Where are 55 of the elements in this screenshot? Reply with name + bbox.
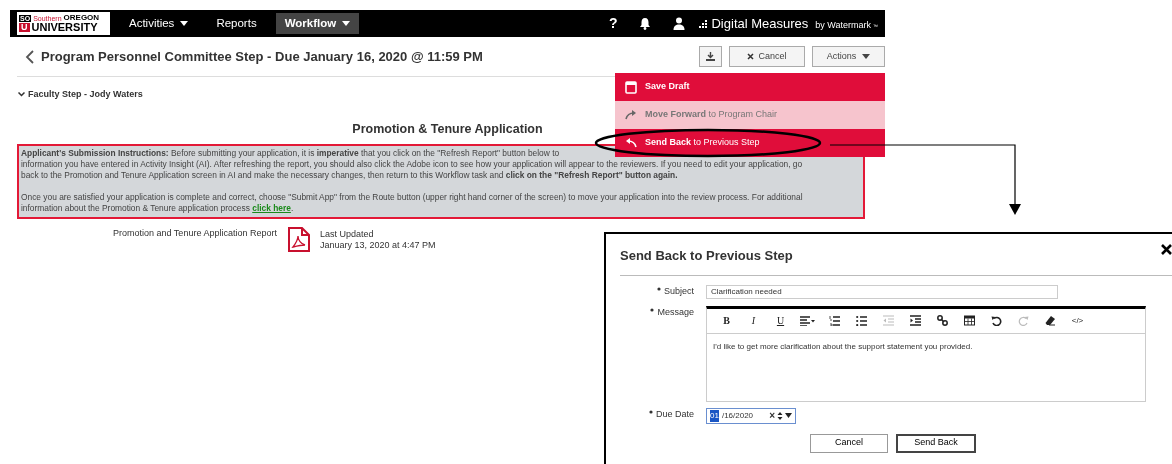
page-title: Program Personnel Committee Step - Due January 16, 2020 @ 11:59 PM [41, 47, 483, 66]
download-button[interactable] [699, 46, 722, 67]
pdf-file-icon[interactable] [288, 227, 310, 253]
close-icon[interactable] [1161, 244, 1172, 255]
application-title: Promotion & Tenure Application [352, 120, 543, 138]
table-icon [964, 315, 975, 326]
dialog-button[interactable]: Cancel [810, 433, 888, 453]
align-icon [799, 315, 816, 326]
nav-menu-item[interactable]: Activities [120, 12, 198, 35]
back-arrow-icon [625, 136, 637, 150]
help-button[interactable]: ? [608, 13, 618, 34]
subject-field[interactable]: Clarification needed [706, 284, 1058, 299]
instruction-text: information about the Promotion & Tenure application process click here. [21, 203, 294, 215]
indent-icon [910, 315, 921, 326]
message-text: I'd like to get more clarification about the support statement you provided. [712, 340, 974, 353]
numbered-list-icon [829, 315, 840, 326]
cancel-button[interactable]: Cancel [729, 46, 805, 67]
user-icon[interactable] [673, 17, 686, 30]
back-chevron-icon[interactable] [25, 49, 35, 64]
toolbar-button[interactable]: I [740, 310, 767, 331]
bullet-list-icon [856, 315, 867, 326]
calendar-icon [625, 80, 637, 94]
spinner-icon[interactable] [777, 410, 783, 421]
dialog-button[interactable]: Send Back [896, 433, 976, 453]
section-toggle[interactable]: Faculty Step - Jody Waters [18, 88, 143, 102]
toolbar-button[interactable]: B [713, 310, 740, 331]
last-updated-label: Last Updated [320, 229, 375, 241]
instruction-text: Applicant's Submission Instructions: Before submitting your application, it is imperative that you click on the "Refresh Report" button below to [21, 148, 560, 160]
instruction-text: Once you are satisfied your application is complete and correct, choose "Submit App" from the Route button (upper right hand corner of the screen) to move your application into the review process. For additional [21, 192, 803, 204]
close-icon [747, 53, 755, 60]
instruction-text: back to the Promotion and Tenure Application screen in AI and make the necessary changes, then return to this Workflow task and click on the "Refresh Report" button again. [21, 170, 678, 182]
forward-arrow-icon [625, 108, 637, 122]
due-date-field[interactable]: 01 /16/2020 × [706, 407, 796, 424]
toolbar-button[interactable]: U [767, 310, 794, 331]
nav-menu-item[interactable]: Reports [207, 12, 266, 35]
redo-icon [1018, 315, 1029, 326]
menu-item[interactable]: Save Draft [615, 73, 885, 101]
bell-icon[interactable] [639, 17, 652, 30]
actions-button[interactable]: Actions [812, 46, 885, 67]
nav-menu-item[interactable]: Workflow [275, 12, 360, 35]
eraser-icon [1045, 315, 1056, 326]
report-name: Promotion and Tenure Application Report [113, 227, 278, 241]
field-label: Subject [663, 285, 694, 296]
dialog-title: Send Back to Previous Step [620, 247, 793, 265]
toolbar-button[interactable]: </> [1064, 310, 1091, 331]
last-updated-date: January 13, 2020 at 4:47 PM [320, 240, 436, 252]
link-icon [937, 315, 948, 326]
field-label: Due Date [655, 408, 694, 419]
clear-date-button[interactable]: × [769, 408, 775, 423]
download-icon [706, 52, 715, 61]
outdent-icon [883, 315, 894, 326]
dropdown-caret-icon[interactable] [785, 413, 792, 418]
undo-icon [991, 315, 1002, 326]
instruction-text: information you have entered in Activity Insight (AI). After refreshing the report, you should also click the Adobe icon to see how your application will appear to the reviewers. If you need to edit your application, go [21, 159, 803, 171]
field-label: Message [657, 306, 694, 317]
